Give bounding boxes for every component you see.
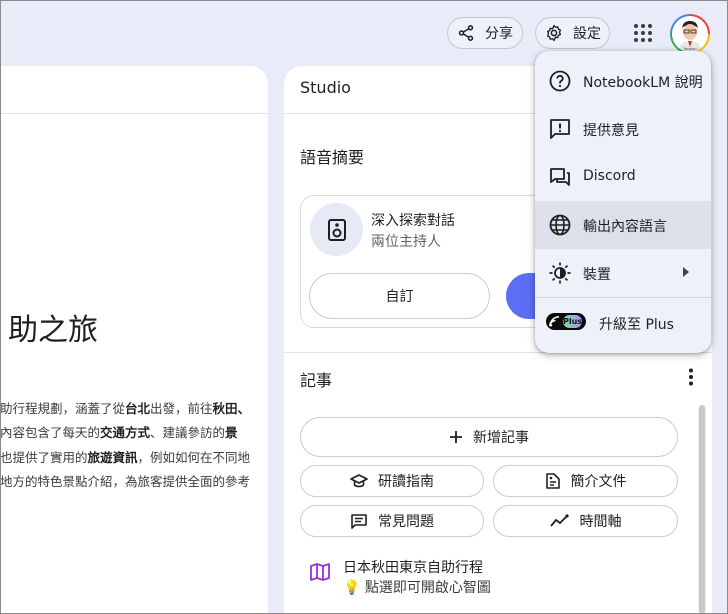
menu-divider (535, 297, 711, 298)
summary-text: 出發，前往 (150, 401, 213, 416)
customize-label: 自訂 (385, 289, 414, 305)
summary-text: 助行程規劃，涵蓋了從 (0, 401, 126, 416)
summary-keyword: 交通方式 (100, 425, 151, 441)
note-item-title[interactable]: 日本秋田東京自助行程 (343, 557, 483, 577)
lightbulb-icon: 💡 (343, 580, 361, 596)
summary-line: 助行程規劃，涵蓋了從台北出發，前往秋田、 (0, 397, 268, 421)
summary-keyword: 台北 (125, 401, 151, 416)
customize-button[interactable]: 自訂 (309, 273, 490, 319)
share-icon (458, 25, 474, 41)
submenu-arrow-icon (683, 267, 689, 277)
summary-text: ，例如如何在不同地 (137, 449, 251, 465)
map-icon (310, 563, 330, 581)
menu-item-device[interactable]: 裝置 (535, 249, 711, 297)
share-button[interactable]: 分享 (447, 17, 523, 49)
study-guide-label: 研讀指南 (378, 474, 434, 490)
menu-item-label: 輸出內容語言 (583, 219, 667, 235)
speaker-icon (327, 218, 346, 241)
summary-line: 內容包含了每天的交通方式、建議參訪的景 (0, 421, 268, 445)
add-note-label: 新增記事 (473, 430, 529, 446)
timeline-label: 時間軸 (579, 514, 622, 530)
summary-text: 、建議參訪的 (150, 425, 226, 441)
help-icon (549, 70, 571, 92)
gear-icon (546, 24, 562, 42)
notes-scrollbar-thumb[interactable] (699, 405, 705, 614)
summary-keyword: 旅遊資訊 (87, 449, 138, 465)
menu-item-label: Discord (583, 168, 636, 184)
feedback-icon (550, 119, 570, 139)
briefing-doc-button[interactable]: 簡介文件 (493, 465, 678, 497)
speaker-icon-circle (310, 203, 363, 256)
summary-text: 也提供了實用的 (0, 449, 88, 465)
menu-item-feedback[interactable]: 提供意見 (535, 105, 711, 153)
globe-icon (549, 214, 571, 236)
avatar[interactable]: Tanzhou (670, 14, 710, 54)
menu-item-label: 提供意見 (583, 123, 639, 139)
deep-dive-subtitle: 兩位主持人 (371, 234, 441, 250)
discord-icon (550, 168, 570, 186)
summary-line: 地方的特色景點介紹，為旅客提供全面的參考 (0, 470, 268, 494)
menu-item-discord[interactable]: Discord (535, 153, 711, 201)
menu-item-upgrade[interactable]: Plus 升級至 Plus (535, 299, 711, 347)
summary-text: 地方的特色景點介紹，為旅客提供全面的參考 (0, 474, 251, 490)
briefing-doc-label: 簡介文件 (570, 474, 627, 490)
source-panel-divider (0, 113, 268, 114)
notes-title: 記事 (300, 371, 333, 390)
add-note-button[interactable]: 新增記事 (300, 417, 678, 457)
menu-item-label: NotebookLM 說明 (583, 75, 703, 91)
summary-keyword: 秋田、 (212, 401, 251, 416)
deep-dive-title: 深入探索對話 (371, 213, 455, 229)
avatar-portrait-icon: Tanzhou (679, 21, 701, 51)
menu-item-output-language[interactable]: 輸出內容語言 (535, 201, 711, 249)
summary-line: 也提供了實用的旅遊資訊，例如如何在不同地 (0, 446, 268, 470)
document-icon (545, 473, 560, 489)
faq-label: 常見問題 (378, 514, 434, 530)
note-item-subtitle-text: 點選即可開啟心智圖 (364, 580, 491, 596)
device-theme-icon (549, 262, 571, 284)
summary-text: 內容包含了每天的 (0, 425, 101, 441)
audio-overview-title: 語音摘要 (300, 148, 365, 167)
school-cap-icon (350, 474, 368, 488)
settings-label: 設定 (573, 26, 601, 42)
upgrade-label: 升級至 Plus (599, 317, 674, 333)
notebook-title: 助之旅 (8, 313, 98, 348)
studio-title: Studio (300, 78, 351, 97)
chat-list-icon (351, 514, 367, 529)
apps-grid-icon[interactable] (633, 23, 653, 43)
more-vert-icon[interactable] (683, 367, 699, 387)
timeline-icon (549, 514, 569, 527)
share-label: 分享 (485, 26, 513, 42)
settings-menu: NotebookLM 說明 提供意見 Discord 輸出內容語言 裝置 Plu… (535, 51, 711, 353)
menu-item-help[interactable]: NotebookLM 說明 (535, 57, 711, 105)
faq-button[interactable]: 常見問題 (300, 505, 484, 537)
menu-item-label: 裝置 (583, 267, 611, 283)
plus-logo-icon (549, 316, 560, 327)
plus-badge-text: Plus (562, 315, 583, 328)
notebook-summary: 助行程規劃，涵蓋了從台北出發，前往秋田、 內容包含了每天的交通方式、建議參訪的景也… (0, 397, 268, 495)
study-guide-button[interactable]: 研讀指南 (300, 465, 484, 497)
note-item-subtitle: 💡 點選即可開啟心智圖 (343, 577, 491, 597)
settings-button[interactable]: 設定 (535, 17, 610, 49)
summary-keyword: 景 (225, 425, 238, 441)
plus-icon (450, 431, 462, 443)
timeline-button[interactable]: 時間軸 (493, 505, 678, 537)
plus-badge: Plus (546, 313, 586, 330)
